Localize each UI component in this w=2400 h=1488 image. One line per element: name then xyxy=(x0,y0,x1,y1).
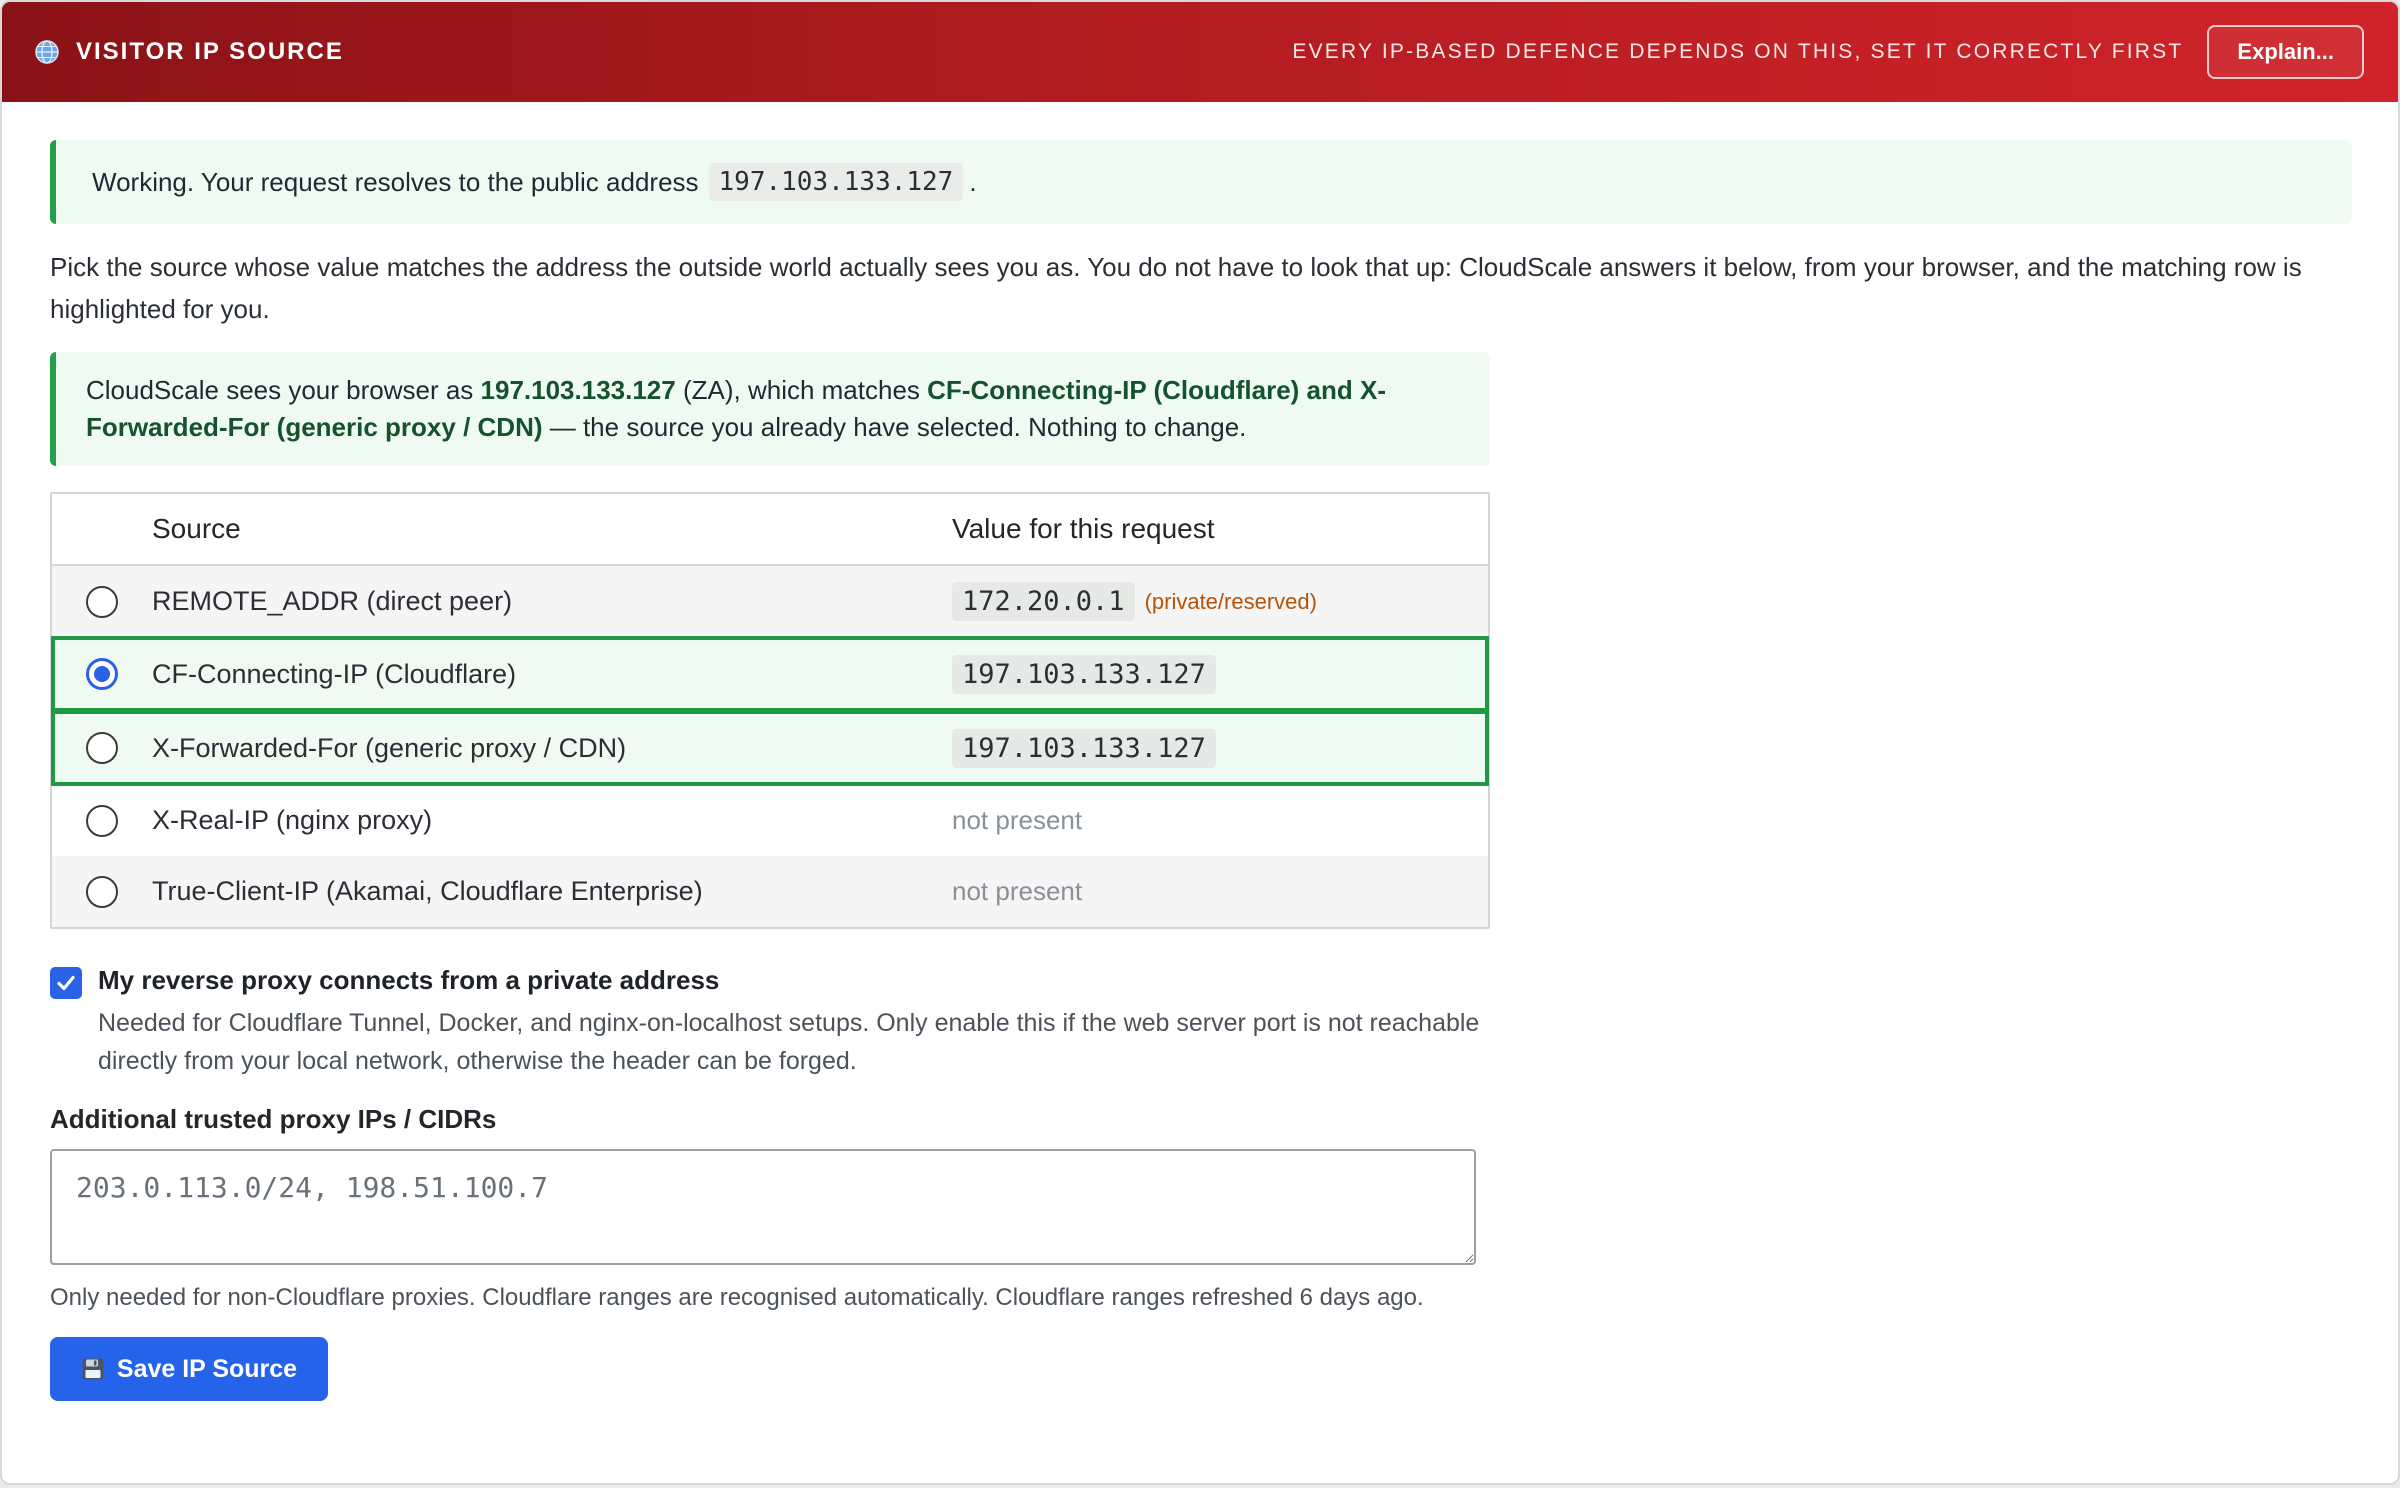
private-proxy-checkbox[interactable] xyxy=(50,967,82,999)
private-proxy-label[interactable]: My reverse proxy connects from a private… xyxy=(98,965,1498,996)
row-source: REMOTE_ADDR (direct peer) xyxy=(152,586,513,616)
explain-button[interactable]: Explain... xyxy=(2207,25,2364,79)
table-row[interactable]: X-Forwarded-For (generic proxy / CDN) 19… xyxy=(51,710,1489,786)
source-table: Source Value for this request REMOTE_ADD… xyxy=(50,492,1490,929)
globe-icon xyxy=(35,40,59,64)
header-value: Value for this request xyxy=(952,513,1215,544)
panel-title: VISITOR IP SOURCE xyxy=(76,38,344,65)
match-ip: 197.103.133.127 xyxy=(480,375,676,405)
save-ip-source-button[interactable]: Save IP Source xyxy=(50,1337,328,1401)
match-notice: CloudScale sees your browser as 197.103.… xyxy=(50,352,1490,466)
row-value: 197.103.133.127 xyxy=(952,654,1216,694)
source-radio[interactable] xyxy=(86,804,118,837)
intro-text: Pick the source whose value matches the … xyxy=(50,252,2302,324)
status-notice: Working. Your request resolves to the pu… xyxy=(50,140,2352,224)
trusted-proxies-label: Additional trusted proxy IPs / CIDRs xyxy=(50,1104,497,1134)
checkmark-icon xyxy=(57,975,75,991)
trusted-proxies-help: Only needed for non-Cloudflare proxies. … xyxy=(50,1284,1424,1311)
table-row[interactable]: True-Client-IP (Akamai, Cloudflare Enter… xyxy=(52,856,1488,927)
status-text: Working. Your request resolves to the pu… xyxy=(92,166,699,197)
source-radio[interactable] xyxy=(86,585,118,618)
table-header: Source Value for this request xyxy=(52,494,1488,566)
source-radio[interactable] xyxy=(86,875,118,908)
row-value: 172.20.0.1 xyxy=(952,582,1135,621)
table-row[interactable]: X-Real-IP (nginx proxy) not present xyxy=(52,785,1488,856)
save-label: Save IP Source xyxy=(116,1354,298,1383)
private-tag: (private/reserved) xyxy=(1144,588,1317,614)
match-country: (ZA), which matches xyxy=(682,375,920,405)
row-source: True-Client-IP (Akamai, Cloudflare Enter… xyxy=(152,876,703,906)
resolved-ip: 197.103.133.127 xyxy=(708,163,964,201)
header-tagline: EVERY IP-BASED DEFENCE DEPENDS ON THIS, … xyxy=(1292,40,2184,63)
panel-header: VISITOR IP SOURCE EVERY IP-BASED DEFENCE… xyxy=(2,2,2398,102)
private-proxy-help: Needed for Cloudflare Tunnel, Docker, an… xyxy=(98,1009,1480,1075)
row-source: X-Real-IP (nginx proxy) xyxy=(152,805,433,835)
status-period: . xyxy=(969,166,977,197)
row-source: X-Forwarded-For (generic proxy / CDN) xyxy=(152,732,627,763)
trusted-proxies-input[interactable] xyxy=(50,1149,1476,1265)
floppy-disk-icon xyxy=(82,1358,104,1380)
source-radio[interactable] xyxy=(86,732,118,764)
source-radio[interactable] xyxy=(86,658,118,690)
match-suffix: — the source you already have selected. … xyxy=(549,412,1247,442)
row-value: not present xyxy=(952,805,1083,835)
row-value: 197.103.133.127 xyxy=(952,728,1216,768)
private-proxy-option: My reverse proxy connects from a private… xyxy=(50,965,2350,1080)
header-source: Source xyxy=(152,513,241,544)
panel-content: Working. Your request resolves to the pu… xyxy=(2,102,2398,1401)
row-value: not present xyxy=(952,876,1083,906)
table-row[interactable]: CF-Connecting-IP (Cloudflare) 197.103.13… xyxy=(51,636,1489,712)
table-row[interactable]: REMOTE_ADDR (direct peer) 172.20.0.1 (pr… xyxy=(52,566,1488,637)
match-prefix: CloudScale sees your browser as xyxy=(86,375,474,405)
visitor-ip-source-panel: VISITOR IP SOURCE EVERY IP-BASED DEFENCE… xyxy=(0,0,2400,1485)
row-source: CF-Connecting-IP (Cloudflare) xyxy=(152,658,517,689)
